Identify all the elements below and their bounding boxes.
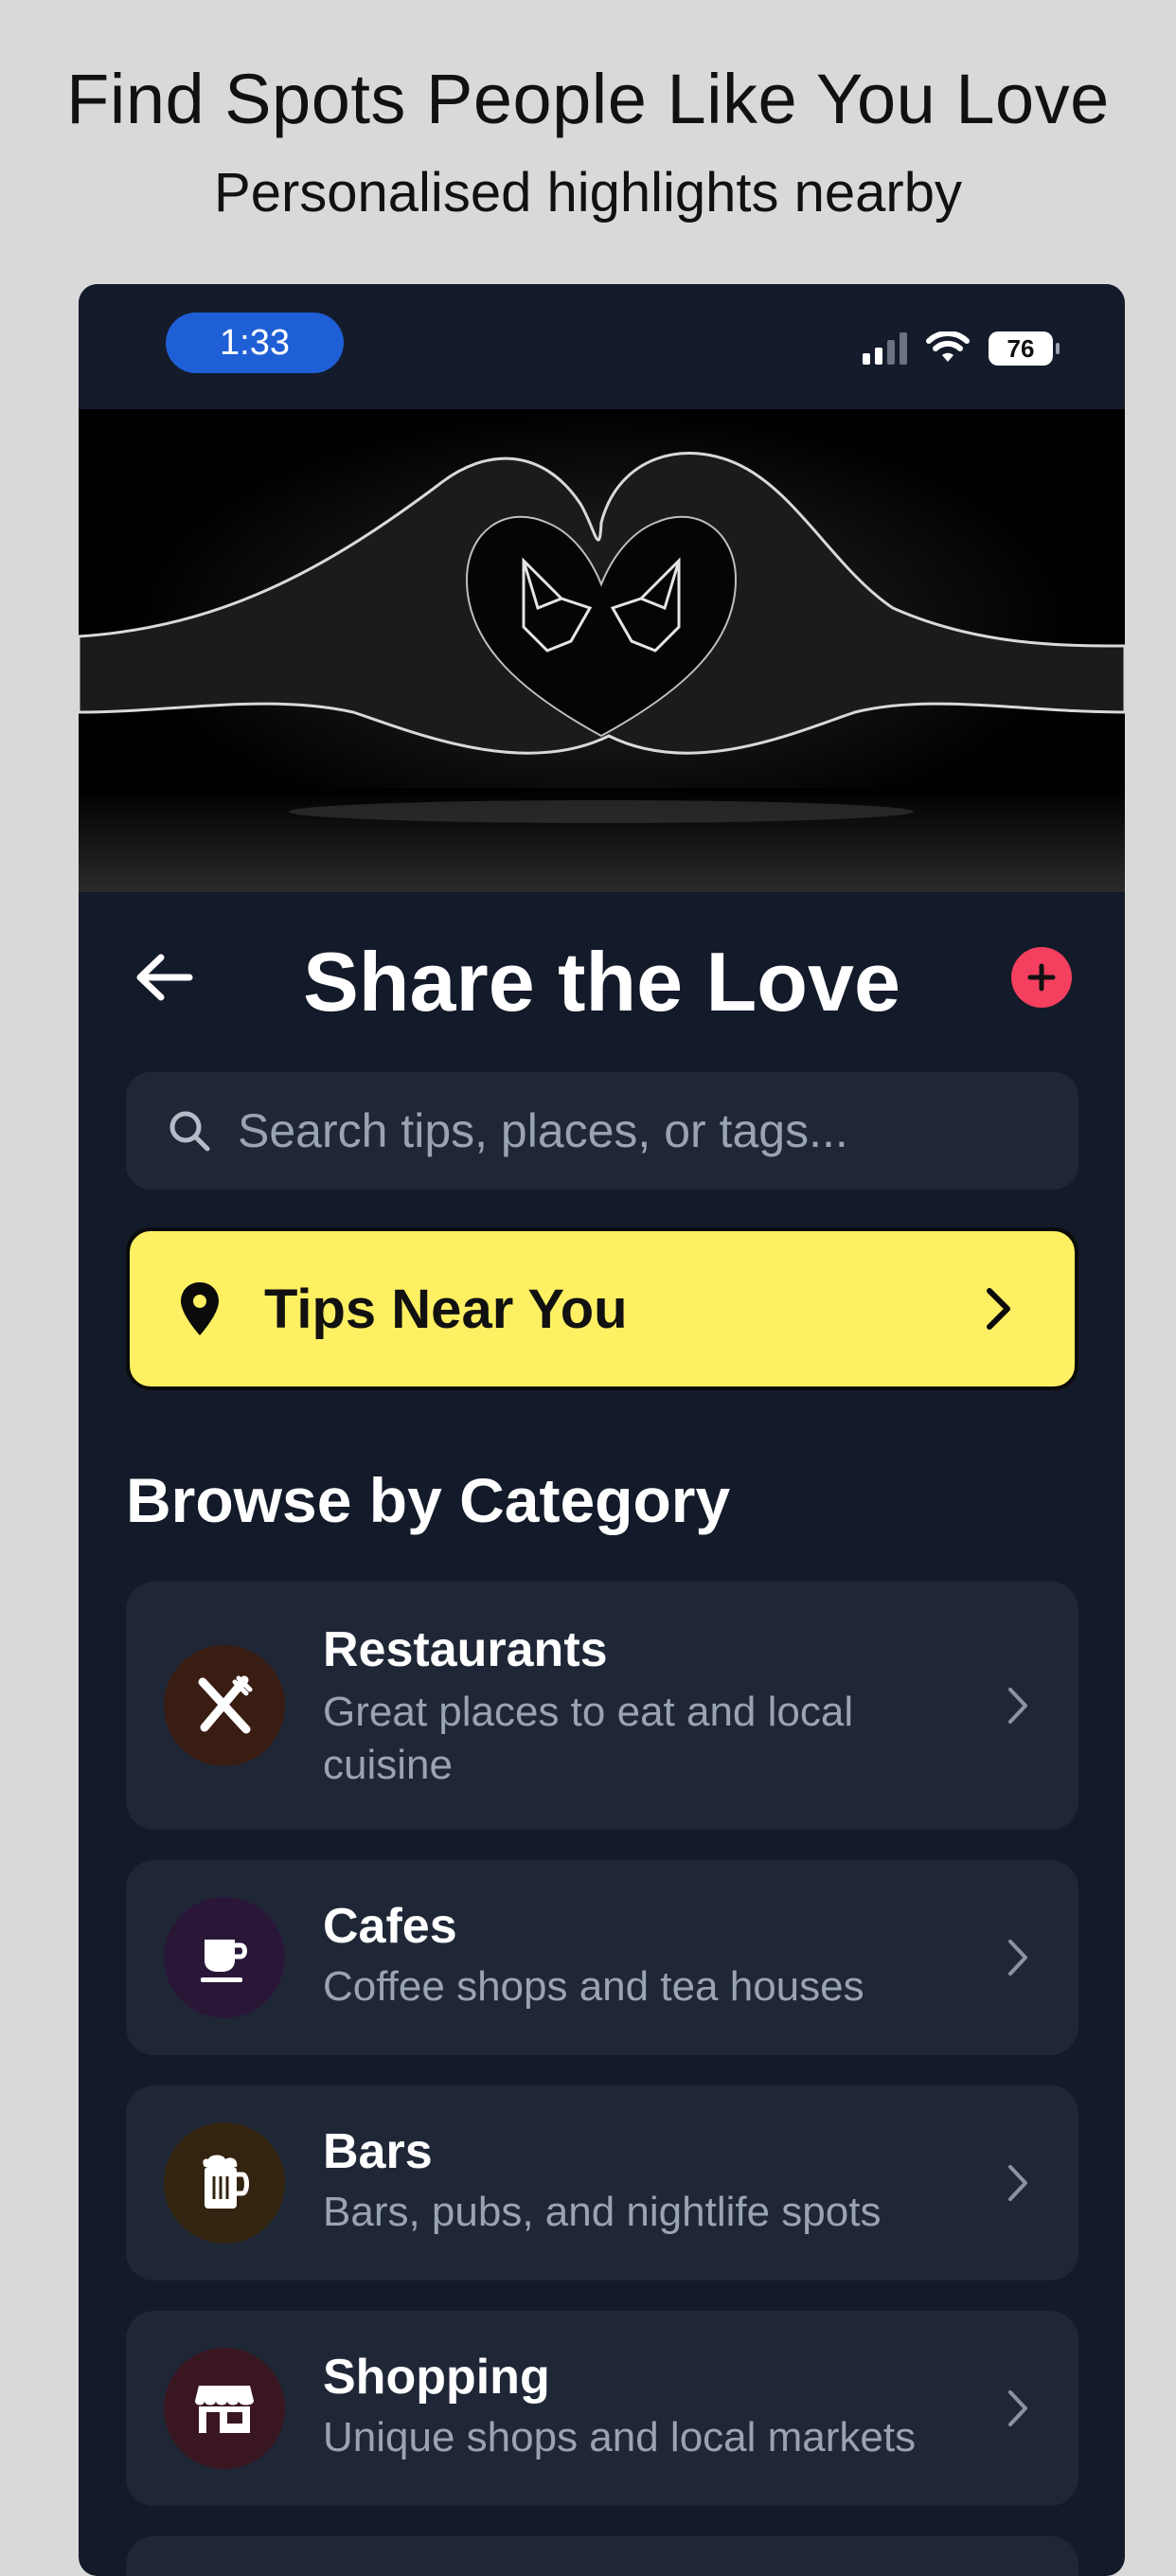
category-card-bars[interactable]: Bars Bars, pubs, and nightlife spots — [126, 2085, 1078, 2281]
category-description: Coffee shops and tea houses — [323, 1963, 864, 2010]
utensils-icon — [198, 1675, 253, 1734]
category-card-shopping[interactable]: Shopping Unique shops and local markets — [126, 2311, 1078, 2506]
coffee-cup-icon — [201, 1940, 247, 1982]
search-input[interactable] — [236, 1102, 978, 1159]
page-title: Share the Love — [303, 935, 900, 1029]
wifi-icon — [926, 331, 970, 362]
category-description: Unique shops and local markets — [323, 2414, 917, 2460]
chevron-right-icon — [1007, 2163, 1029, 2203]
status-time: 1:33 — [166, 313, 344, 373]
category-icon-bg — [164, 1897, 285, 2018]
section-title: Browse by Category — [126, 1465, 731, 1535]
chevron-right-icon — [1007, 1938, 1029, 1977]
category-description: Bars, pubs, and nightlife spots — [323, 2189, 882, 2235]
search-bar[interactable] — [126, 1072, 1078, 1190]
storefront-icon — [195, 2386, 254, 2433]
category-description: Great places to eat and local cuisine — [323, 1689, 854, 1788]
phone-screen: 1:33 76 Share the Love Search tips, plac… — [79, 284, 1125, 2576]
beer-mug-icon — [203, 2155, 249, 2209]
map-pin-icon — [179, 1280, 221, 1337]
category-card-restaurants[interactable]: Restaurants Great places to eat and loca… — [126, 1582, 1078, 1830]
tips-near-you-label: Tips Near You — [264, 1278, 628, 1340]
battery-indicator: 76 — [989, 331, 1060, 366]
tips-near-you-button[interactable]: Tips Near You — [126, 1227, 1078, 1390]
screen-header: Share the Love — [79, 892, 1125, 1082]
signal-icon — [863, 332, 907, 365]
chevron-right-icon — [1007, 2388, 1029, 2428]
promo-title: Find Spots People Like You Love — [66, 60, 1110, 138]
hero-image — [79, 409, 1125, 892]
category-name: Cafes — [323, 1899, 457, 1954]
category-name: Shopping — [323, 2350, 550, 2405]
plus-icon — [1027, 963, 1056, 992]
category-icon-bg — [164, 2122, 285, 2244]
promo-subtitle: Personalised highlights nearby — [214, 162, 962, 224]
chevron-right-icon — [984, 1287, 1012, 1331]
category-name: Restaurants — [323, 1622, 608, 1677]
category-icon-bg — [164, 1645, 285, 1766]
search-icon — [166, 1107, 213, 1154]
add-tip-button[interactable] — [1011, 947, 1072, 1008]
category-icon-bg — [164, 2348, 285, 2469]
category-card-cafes[interactable]: Cafes Coffee shops and tea houses — [126, 1860, 1078, 2055]
category-name: Bars — [323, 2124, 433, 2179]
chevron-right-icon — [1007, 1686, 1029, 1726]
status-bar: 1:33 76 — [79, 284, 1125, 409]
category-card-next[interactable] — [126, 2536, 1078, 2576]
status-icons: 76 — [863, 331, 1060, 366]
heart-hands-illustration — [79, 409, 1125, 892]
